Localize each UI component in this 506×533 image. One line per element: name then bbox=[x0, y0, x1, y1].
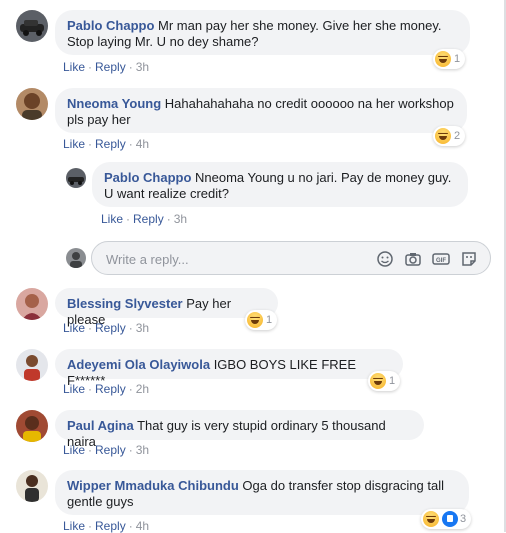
like-link[interactable]: Like bbox=[63, 321, 85, 335]
like-link[interactable]: Like bbox=[101, 212, 123, 226]
reply-link[interactable]: Reply bbox=[95, 137, 126, 151]
reply-box[interactable]: GIF bbox=[91, 241, 491, 275]
like-link[interactable]: Like bbox=[63, 382, 85, 396]
comment-bubble: Wipper Mmaduka Chibundu Oga do transfer … bbox=[55, 470, 469, 515]
person-icon bbox=[24, 355, 40, 381]
comment-actions: Like · Reply · 4h bbox=[63, 519, 150, 533]
reaction-badge[interactable]: 1 bbox=[433, 49, 466, 69]
emoji-icon[interactable] bbox=[376, 250, 394, 268]
commenter-name[interactable]: Blessing Slyvester bbox=[67, 296, 183, 311]
haha-icon bbox=[435, 51, 451, 67]
person-icon bbox=[70, 252, 82, 268]
comment-actions: Like · Reply · 3h bbox=[63, 321, 150, 335]
avatar[interactable] bbox=[16, 88, 48, 120]
like-reaction-icon bbox=[442, 511, 458, 527]
timestamp[interactable]: 4h bbox=[136, 137, 149, 151]
reaction-badge[interactable]: 1 bbox=[368, 371, 401, 391]
commenter-name[interactable]: Adeyemi Ola Olayiwola bbox=[67, 357, 210, 372]
comment-actions: Like · Reply · 3h bbox=[101, 212, 188, 226]
gif-icon[interactable]: GIF bbox=[432, 250, 450, 268]
svg-text:GIF: GIF bbox=[436, 258, 446, 264]
reply-bubble: Pablo Chappo Nneoma Young u no jari. Pay… bbox=[92, 162, 468, 207]
avatar[interactable] bbox=[16, 410, 48, 442]
commenter-name[interactable]: Paul Agina bbox=[67, 418, 134, 433]
reply-link[interactable]: Reply bbox=[95, 382, 126, 396]
person-icon bbox=[25, 475, 39, 502]
like-link[interactable]: Like bbox=[63, 443, 85, 457]
commenter-name[interactable]: Nneoma Young bbox=[67, 96, 161, 111]
reply-link[interactable]: Reply bbox=[133, 212, 164, 226]
avatar[interactable] bbox=[16, 10, 48, 42]
haha-icon bbox=[370, 373, 386, 389]
avatar[interactable] bbox=[16, 288, 48, 320]
reaction-badge[interactable]: 2 bbox=[433, 126, 466, 146]
comment-bubble: Nneoma Young Hahahahahaha no credit oooo… bbox=[55, 88, 467, 133]
reply-link[interactable]: Reply bbox=[95, 519, 126, 533]
commenter-name[interactable]: Pablo Chappo bbox=[67, 18, 154, 33]
reply-link[interactable]: Reply bbox=[95, 60, 126, 74]
reaction-count: 1 bbox=[389, 375, 396, 387]
haha-icon bbox=[435, 128, 451, 144]
like-link[interactable]: Like bbox=[63, 60, 85, 74]
current-user-avatar bbox=[66, 248, 86, 268]
reply-link[interactable]: Reply bbox=[95, 321, 126, 335]
person-icon bbox=[23, 416, 41, 442]
timestamp[interactable]: 3h bbox=[174, 212, 187, 226]
car-icon bbox=[68, 177, 84, 185]
reaction-count: 3 bbox=[460, 513, 467, 525]
comment-actions: Like · Reply · 2h bbox=[63, 382, 150, 396]
comment-actions: Like · Reply · 3h bbox=[63, 60, 150, 74]
like-link[interactable]: Like bbox=[63, 137, 85, 151]
commenter-name[interactable]: Wipper Mmaduka Chibundu bbox=[67, 478, 239, 493]
comment-bubble: Paul Agina That guy is very stupid ordin… bbox=[55, 410, 424, 449]
haha-icon bbox=[247, 312, 263, 328]
timestamp[interactable]: 4h bbox=[136, 519, 149, 533]
reaction-badge[interactable]: 1 bbox=[245, 310, 278, 330]
reaction-count: 2 bbox=[454, 130, 461, 142]
comment-bubble: Pablo Chappo Mr man pay her she money. G… bbox=[55, 10, 470, 55]
timestamp[interactable]: 2h bbox=[136, 382, 149, 396]
reply-input[interactable] bbox=[104, 248, 358, 270]
commenter-name[interactable]: Pablo Chappo bbox=[104, 170, 191, 185]
avatar[interactable] bbox=[66, 168, 86, 188]
person-icon bbox=[22, 294, 42, 320]
person-icon bbox=[22, 93, 42, 120]
comment-actions: Like · Reply · 3h bbox=[63, 443, 150, 457]
timestamp[interactable]: 3h bbox=[136, 443, 149, 457]
reply-link[interactable]: Reply bbox=[95, 443, 126, 457]
comment-bubble: Blessing Slyvester Pay her please bbox=[55, 288, 278, 327]
camera-icon[interactable] bbox=[404, 250, 422, 268]
car-icon bbox=[20, 20, 44, 36]
reaction-count: 1 bbox=[266, 314, 273, 326]
reaction-count: 1 bbox=[454, 53, 461, 65]
sticker-icon[interactable] bbox=[460, 250, 478, 268]
haha-icon bbox=[423, 511, 439, 527]
avatar[interactable] bbox=[16, 470, 48, 502]
timestamp[interactable]: 3h bbox=[136, 321, 149, 335]
comment-actions: Like · Reply · 4h bbox=[63, 137, 150, 151]
comment-bubble: Adeyemi Ola Olayiwola IGBO BOYS LIKE FRE… bbox=[55, 349, 403, 388]
avatar[interactable] bbox=[16, 349, 48, 381]
timestamp[interactable]: 3h bbox=[136, 60, 149, 74]
reaction-badge[interactable]: 3 bbox=[421, 509, 472, 529]
like-link[interactable]: Like bbox=[63, 519, 85, 533]
